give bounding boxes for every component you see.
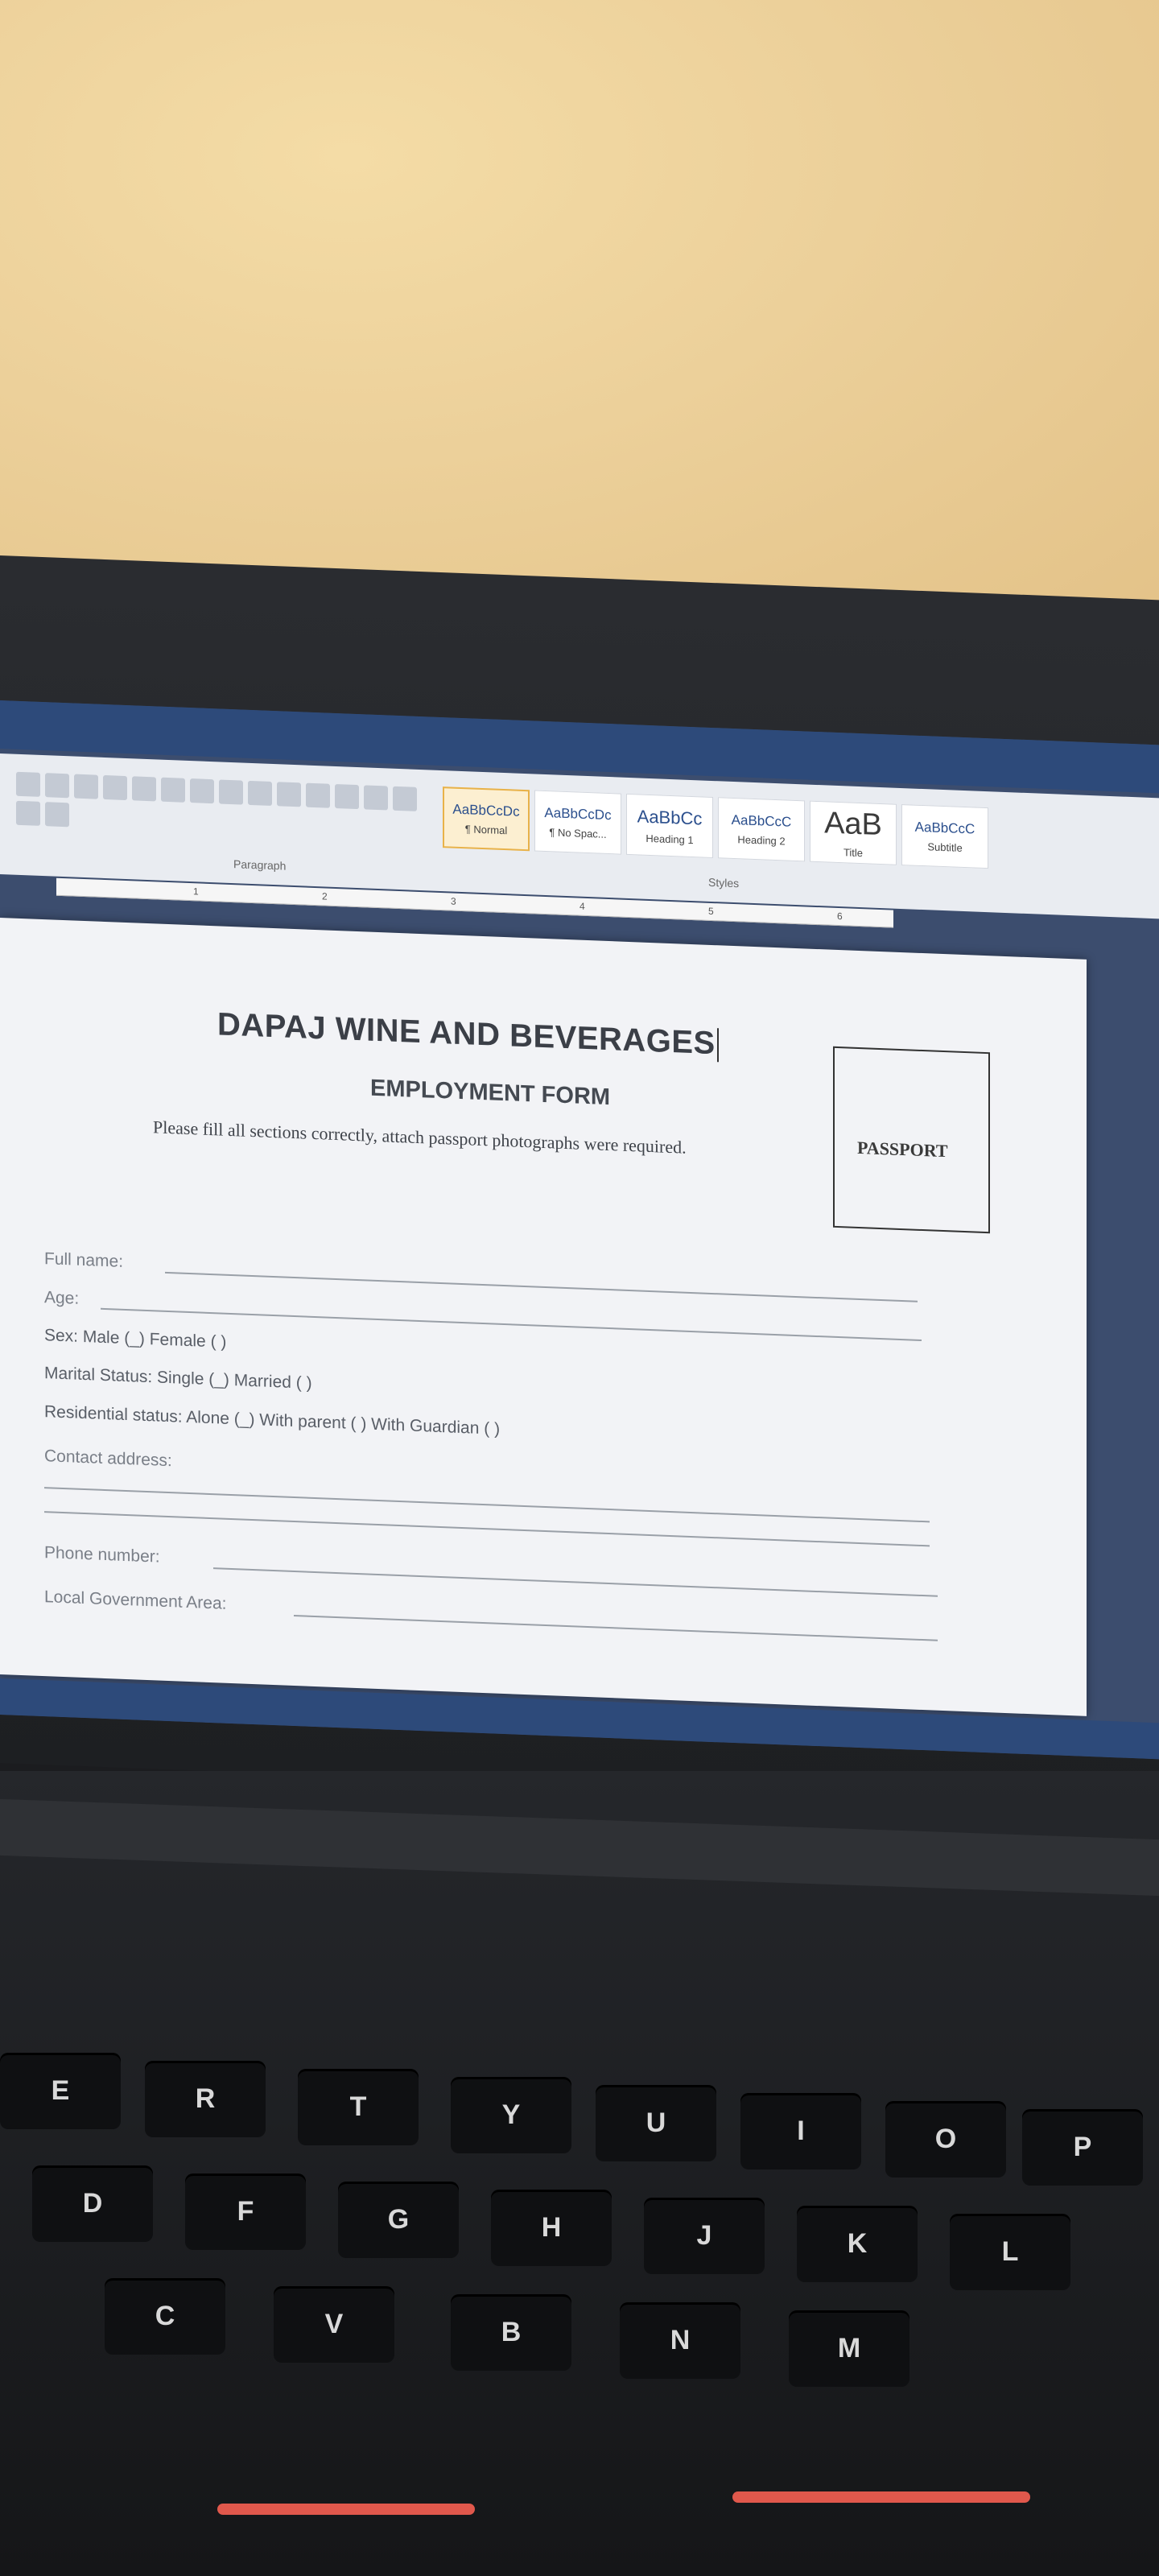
style-name: Title xyxy=(843,846,864,860)
style-normal[interactable]: AaBbCcDc ¶ Normal xyxy=(443,786,530,852)
key-i[interactable]: I xyxy=(740,2093,861,2169)
key-u[interactable]: U xyxy=(596,2085,716,2161)
key-j[interactable]: J xyxy=(644,2198,765,2274)
style-name: ¶ Normal xyxy=(464,822,508,836)
field-contact-address: Contact address: xyxy=(44,1447,172,1471)
text-cursor xyxy=(716,1028,719,1063)
ruler-mark: 6 xyxy=(837,910,843,923)
justify-icon[interactable] xyxy=(364,785,388,811)
key-p[interactable]: P xyxy=(1022,2109,1143,2186)
key-t[interactable]: T xyxy=(298,2069,419,2145)
key-d[interactable]: D xyxy=(32,2165,153,2242)
key-l[interactable]: L xyxy=(950,2214,1070,2290)
shading-icon[interactable] xyxy=(16,800,40,826)
style-name: Subtitle xyxy=(927,840,963,854)
key-c[interactable]: C xyxy=(105,2278,225,2355)
style-name: Heading 1 xyxy=(645,832,694,846)
paragraph-group-label: Paragraph xyxy=(233,857,287,873)
highlight-icon[interactable] xyxy=(45,773,69,799)
document-page[interactable]: DAPAJ WINE AND BEVERAGES EMPLOYMENT FORM… xyxy=(0,918,1087,1716)
sort-icon[interactable] xyxy=(219,779,243,805)
key-n[interactable]: N xyxy=(620,2302,740,2379)
styles-gallery: AaBbCcDc ¶ Normal AaBbCcDc ¶ No Spac... … xyxy=(443,786,990,875)
key-r[interactable]: R xyxy=(145,2061,266,2137)
full-name-line[interactable] xyxy=(165,1271,918,1302)
borders-icon[interactable] xyxy=(45,802,69,828)
ruler-mark: 1 xyxy=(193,886,199,898)
lga-line[interactable] xyxy=(294,1615,938,1641)
align-right-icon[interactable] xyxy=(335,783,359,810)
field-marital-status: Marital Status: Single (_) Married ( ) xyxy=(44,1364,312,1393)
phone-number-line[interactable] xyxy=(213,1567,938,1597)
field-residential-status: Residential status: Alone (_) With paren… xyxy=(44,1402,501,1439)
touchpad-led-left xyxy=(217,2504,475,2515)
key-b[interactable]: B xyxy=(451,2294,571,2371)
pilcrow-icon[interactable] xyxy=(248,780,272,806)
passport-label: PASSPORT xyxy=(857,1137,948,1162)
keyboard: E R T Y U I O P D F G H J K L C V B N M xyxy=(0,1916,1159,2399)
increase-indent-icon[interactable] xyxy=(190,778,214,804)
align-left-icon[interactable] xyxy=(277,782,301,807)
style-sample: AaB xyxy=(824,806,882,843)
numbering-icon[interactable] xyxy=(103,774,127,801)
style-heading-2[interactable]: AaBbCcC Heading 2 xyxy=(718,797,805,862)
key-e[interactable]: E xyxy=(0,2053,121,2129)
ruler-mark: 3 xyxy=(451,895,456,907)
line-spacing-icon[interactable] xyxy=(393,786,417,811)
document-subtitle: EMPLOYMENT FORM xyxy=(370,1075,611,1111)
style-title[interactable]: AaB Title xyxy=(810,800,897,865)
wall-background xyxy=(0,0,1159,628)
style-sample: AaBbCcDc xyxy=(452,801,520,819)
ruler-mark: 5 xyxy=(708,905,714,918)
key-m[interactable]: M xyxy=(789,2310,909,2387)
key-o[interactable]: O xyxy=(885,2101,1006,2178)
field-local-government-area: Local Government Area: xyxy=(44,1587,227,1613)
field-sex: Sex: Male (_) Female ( ) xyxy=(44,1326,227,1352)
field-full-name: Full name: xyxy=(44,1249,124,1271)
decrease-indent-icon[interactable] xyxy=(161,777,185,803)
bullets-icon[interactable] xyxy=(74,774,98,799)
style-sample: AaBbCcC xyxy=(731,811,792,830)
style-sample: AaBbCc xyxy=(637,805,703,829)
key-h[interactable]: H xyxy=(491,2190,612,2266)
style-subtitle[interactable]: AaBbCcC Subtitle xyxy=(901,804,988,869)
font-color-icon[interactable] xyxy=(16,771,40,797)
align-center-icon[interactable] xyxy=(306,782,330,808)
style-sample: AaBbCcC xyxy=(914,819,975,837)
style-heading-1[interactable]: AaBbCc Heading 1 xyxy=(626,793,713,859)
style-name: Heading 2 xyxy=(737,832,786,847)
key-v[interactable]: V xyxy=(274,2286,394,2363)
style-no-spacing[interactable]: AaBbCcDc ¶ No Spac... xyxy=(534,790,621,855)
field-phone-number: Phone number: xyxy=(44,1543,160,1567)
style-sample: AaBbCcDc xyxy=(544,804,612,823)
key-y[interactable]: Y xyxy=(451,2077,571,2153)
document-title-text: DAPAJ WINE AND BEVERAGES xyxy=(217,1006,716,1062)
document-instruction: Please fill all sections correctly, atta… xyxy=(153,1117,687,1158)
formatting-toolbar xyxy=(16,771,419,844)
laptop-screen: Paragraph AaBbCcDc ¶ Normal AaBbCcDc ¶ N… xyxy=(0,700,1159,1760)
style-name: ¶ No Spac... xyxy=(549,825,607,840)
document-title[interactable]: DAPAJ WINE AND BEVERAGES xyxy=(217,1006,719,1063)
ruler-mark: 2 xyxy=(322,890,328,902)
field-age: Age: xyxy=(44,1288,80,1308)
key-k[interactable]: K xyxy=(797,2206,918,2282)
key-f[interactable]: F xyxy=(185,2174,306,2250)
styles-group-label: Styles xyxy=(708,875,740,890)
multilevel-list-icon[interactable] xyxy=(132,776,156,802)
key-g[interactable]: G xyxy=(338,2182,459,2258)
ruler-mark: 4 xyxy=(580,900,585,912)
touchpad-led-right xyxy=(732,2491,1030,2503)
